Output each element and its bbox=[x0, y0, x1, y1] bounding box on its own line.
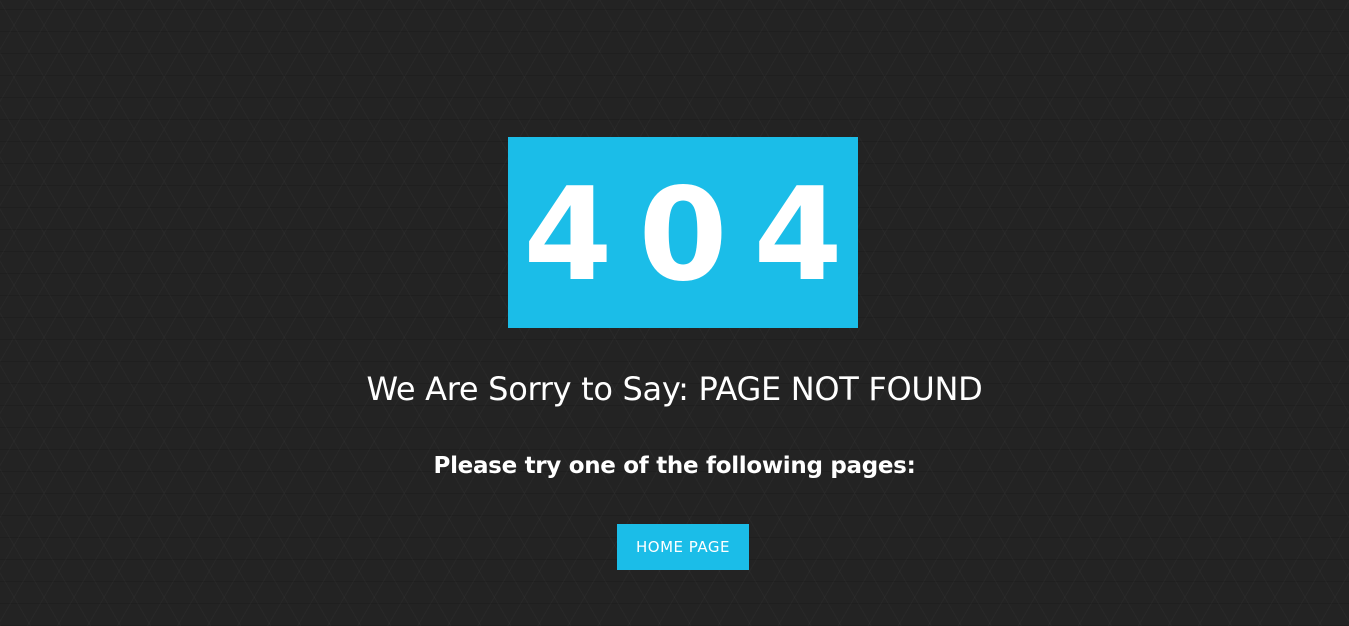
error-code-box: 404 bbox=[508, 137, 858, 328]
error-page: 404 We Are Sorry to Say: PAGE NOT FOUND … bbox=[0, 0, 1349, 626]
error-code: 404 bbox=[523, 160, 869, 310]
page-title: We Are Sorry to Say: PAGE NOT FOUND bbox=[366, 370, 983, 408]
instruction-text: Please try one of the following pages: bbox=[433, 453, 916, 479]
home-page-button[interactable]: HOME PAGE bbox=[617, 524, 749, 570]
